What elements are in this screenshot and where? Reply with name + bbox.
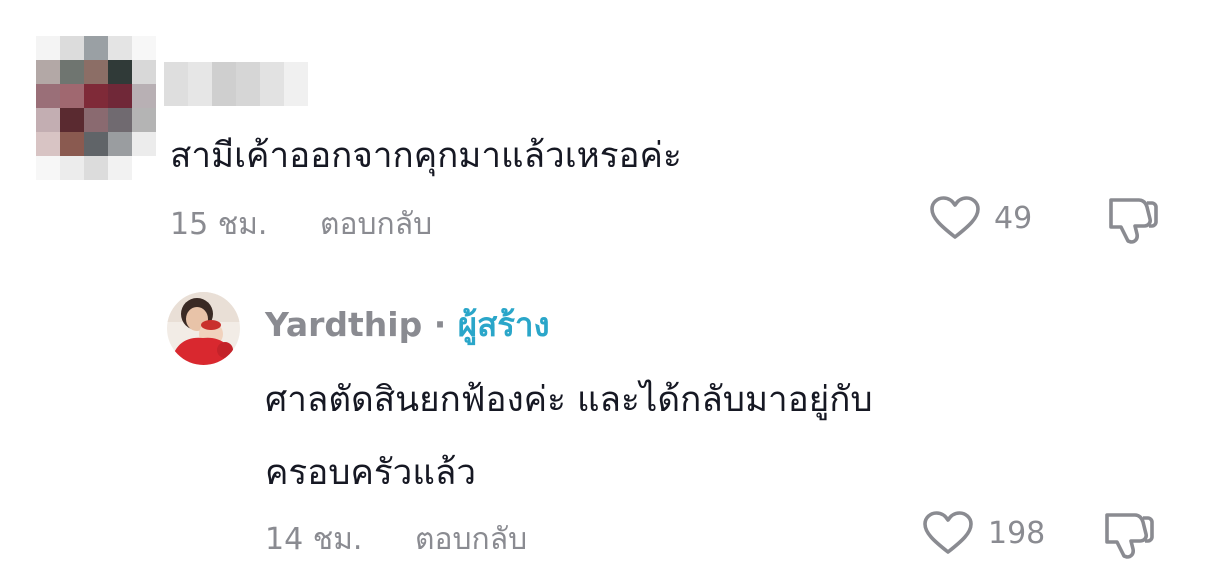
- avatar-pixel: [132, 84, 156, 108]
- avatar-pixel: [108, 108, 132, 132]
- avatar-pixel: [108, 132, 132, 156]
- heart-icon[interactable]: [922, 510, 974, 556]
- creator-author-line: Yardthip · ผู้สร้าง: [265, 298, 550, 351]
- username-pixel: [236, 62, 260, 106]
- creator-badge: ผู้สร้าง: [457, 305, 550, 344]
- username-pixel: [284, 62, 308, 106]
- avatar-pixel: [60, 132, 84, 156]
- avatar-pixel: [132, 132, 156, 156]
- username-pixel: [188, 62, 212, 106]
- avatar-pixel: [84, 36, 108, 60]
- blurred-avatar[interactable]: [36, 36, 156, 180]
- avatar-pixel: [60, 108, 84, 132]
- reply-text-line2: ครอบครัวแล้ว: [265, 453, 476, 493]
- avatar-pixel: [36, 132, 60, 156]
- avatar-pixel: [36, 36, 60, 60]
- avatar-pixel: [84, 108, 108, 132]
- avatar-pixel: [108, 60, 132, 84]
- avatar-pixel: [36, 84, 60, 108]
- reply-button[interactable]: ตอบกลับ: [415, 516, 527, 563]
- username-pixel: [212, 62, 236, 106]
- avatar-pixel: [60, 60, 84, 84]
- username-pixel: [164, 62, 188, 106]
- avatar-pixel: [84, 60, 108, 84]
- reply-timestamp: 14 ชม.: [265, 522, 363, 557]
- like-count: 198: [988, 516, 1046, 551]
- avatar-pixel: [132, 156, 156, 180]
- avatar-pixel: [132, 108, 156, 132]
- avatar-pixel: [132, 60, 156, 84]
- avatar-pixel: [84, 84, 108, 108]
- thumbs-down-icon[interactable]: [1106, 194, 1160, 246]
- avatar-pixel: [60, 36, 84, 60]
- avatar-pixel: [84, 156, 108, 180]
- reply-button[interactable]: ตอบกลับ: [320, 201, 432, 248]
- author-separator: ·: [422, 305, 458, 344]
- avatar-pixel: [36, 108, 60, 132]
- comment-text: สามีเค้าออกจากคุกมาแล้วเหรอค่ะ: [170, 136, 682, 176]
- avatar-pixel: [108, 36, 132, 60]
- avatar-pixel: [108, 156, 132, 180]
- thumbs-down-icon[interactable]: [1102, 509, 1156, 561]
- avatar-pixel: [60, 156, 84, 180]
- creator-avatar[interactable]: [167, 292, 240, 365]
- avatar-pixel: [84, 132, 108, 156]
- avatar-pixel: [36, 156, 60, 180]
- author-name[interactable]: Yardthip: [265, 305, 422, 344]
- like-count: 49: [994, 201, 1033, 236]
- comment-timestamp: 15 ชม.: [170, 207, 268, 242]
- username-pixel: [260, 62, 284, 106]
- avatar-pixel: [108, 84, 132, 108]
- blurred-username[interactable]: [164, 62, 308, 106]
- avatar-pixel: [36, 60, 60, 84]
- heart-icon[interactable]: [929, 195, 981, 241]
- avatar-pixel: [60, 84, 84, 108]
- reply-text-line1: ศาลตัดสินยกฟ้องค่ะ และได้กลับมาอยู่กับ: [265, 380, 873, 420]
- avatar-pixel: [132, 36, 156, 60]
